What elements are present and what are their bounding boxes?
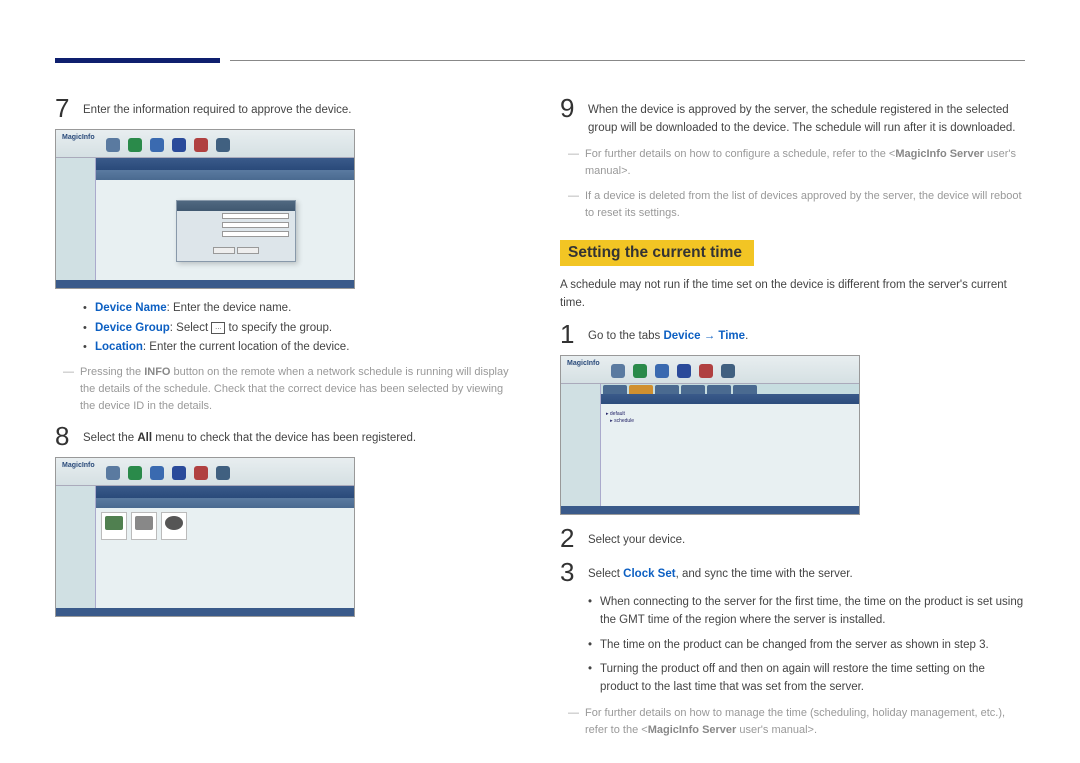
toolbar-icon	[194, 138, 208, 152]
bullet-device-name: Device Name: Enter the device name.	[83, 299, 520, 319]
app-logo: MagicInfo	[62, 462, 95, 469]
note-device-deleted: If a device is deleted from the list of …	[568, 188, 1025, 222]
arrow: →	[701, 330, 719, 342]
step-text-bold: All	[137, 432, 152, 444]
header-bar	[55, 58, 220, 63]
step-text-bold: Clock Set	[623, 568, 675, 580]
screenshot-device-time: MagicInfo ▸ default ▸ schedule	[560, 355, 860, 515]
note-before: For further details on how to configure …	[585, 148, 895, 160]
time-tab-active	[629, 385, 653, 394]
left-column: 7 Enter the information required to appr…	[55, 95, 520, 723]
note-bold: INFO	[144, 366, 170, 378]
app-logo: MagicInfo	[62, 134, 95, 141]
note-bold: MagicInfo Server	[648, 724, 737, 736]
header-line	[230, 60, 1025, 61]
step-number: 7	[55, 95, 73, 121]
step-9: 9 When the device is approved by the ser…	[560, 95, 1025, 138]
toolbar-icon	[106, 138, 120, 152]
step-text: Select Clock Set, and sync the time with…	[588, 559, 1025, 585]
screenshot-all-devices: MagicInfo	[55, 457, 355, 617]
step-number: 8	[55, 423, 73, 449]
field-text-after: to specify the group.	[225, 322, 332, 334]
app-logo: MagicInfo	[567, 360, 600, 367]
step-number: 1	[560, 321, 578, 347]
bullet-location: Location: Enter the current location of …	[83, 338, 520, 358]
field-text: : Enter the device name.	[167, 302, 292, 314]
step-text: Select your device.	[588, 525, 1025, 551]
step-text-after: .	[745, 330, 748, 342]
step-number: 2	[560, 525, 578, 551]
screenshot-approve-device: MagicInfo	[55, 129, 355, 289]
note-bold: MagicInfo Server	[895, 148, 984, 160]
step-2: 2 Select your device.	[560, 525, 1025, 551]
note-after: user's manual>.	[736, 724, 817, 736]
browse-button-icon: …	[211, 322, 225, 334]
field-text-before: : Select	[170, 322, 212, 334]
step-text-before: Select	[588, 568, 623, 580]
time-note-gmt: When connecting to the server for the fi…	[588, 593, 1025, 630]
field-descriptions: Device Name: Enter the device name. Devi…	[83, 299, 520, 358]
toolbar-icon	[172, 138, 186, 152]
note-time-manual: For further details on how to manage the…	[568, 705, 1025, 739]
step-text-bold: Time	[718, 330, 745, 342]
field-label: Device Name	[95, 302, 167, 314]
step-text: Go to the tabs Device → Time.	[588, 321, 1025, 347]
step-number: 3	[560, 559, 578, 585]
step-text-after: menu to check that the device has been r…	[152, 432, 416, 444]
step-text-after: , and sync the time with the server.	[676, 568, 853, 580]
time-note-change: The time on the product can be changed f…	[588, 636, 1025, 654]
toolbar-icon	[128, 138, 142, 152]
toolbar-icon	[216, 138, 230, 152]
approve-dialog	[176, 200, 296, 262]
note-info-button: Pressing the INFO button on the remote w…	[63, 364, 520, 415]
time-notes: When connecting to the server for the fi…	[588, 593, 1025, 697]
toolbar-icon	[150, 138, 164, 152]
step-number: 9	[560, 95, 578, 138]
step-1: 1 Go to the tabs Device → Time.	[560, 321, 1025, 347]
time-note-restore: Turning the product off and then on agai…	[588, 660, 1025, 697]
note-text: If a device is deleted from the list of …	[585, 188, 1025, 222]
step-text: When the device is approved by the serve…	[588, 95, 1025, 138]
step-text-bold: Device	[663, 330, 700, 342]
step-8: 8 Select the All menu to check that the …	[55, 423, 520, 449]
note-schedule-manual: For further details on how to configure …	[568, 146, 1025, 180]
step-text-before: Select the	[83, 432, 137, 444]
step-text-before: Go to the tabs	[588, 330, 663, 342]
bullet-device-group: Device Group: Select … to specify the gr…	[83, 319, 520, 339]
page-header	[55, 58, 1025, 66]
field-label: Device Group	[95, 322, 170, 334]
step-text: Enter the information required to approv…	[83, 95, 520, 121]
note-before: Pressing the	[80, 366, 144, 378]
field-text: : Enter the current location of the devi…	[143, 341, 349, 353]
step-7: 7 Enter the information required to appr…	[55, 95, 520, 121]
section-heading: Setting the current time	[560, 240, 754, 266]
step-text: Select the All menu to check that the de…	[83, 423, 520, 449]
field-label: Location	[95, 341, 143, 353]
section-intro: A schedule may not run if the time set o…	[560, 276, 1025, 313]
step-3: 3 Select Clock Set, and sync the time wi…	[560, 559, 1025, 585]
right-column: 9 When the device is approved by the ser…	[560, 95, 1025, 723]
